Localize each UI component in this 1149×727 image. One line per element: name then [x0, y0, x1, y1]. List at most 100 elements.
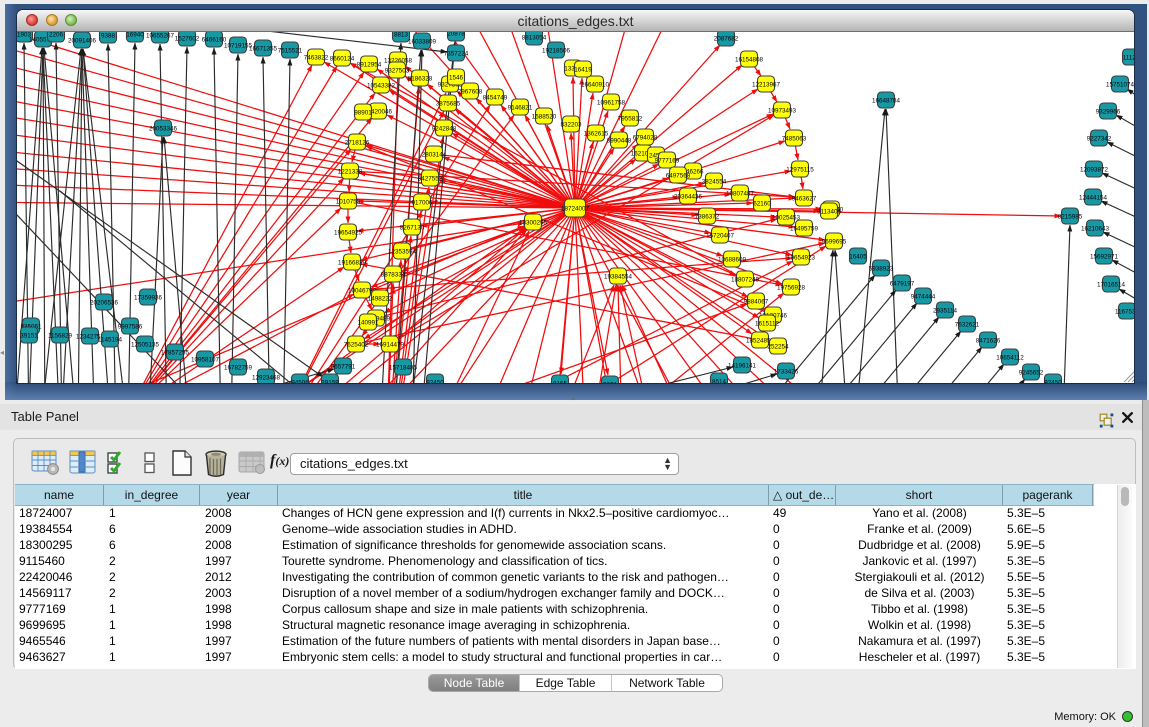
svg-text:18807249: 18807249 — [731, 276, 760, 283]
svg-text:12923468: 12923468 — [252, 374, 281, 381]
svg-text:19384554: 19384554 — [604, 273, 633, 280]
svg-text:10654112: 10654112 — [996, 354, 1024, 361]
svg-text:832203: 832203 — [560, 121, 582, 128]
svg-text:9146821: 9146821 — [508, 104, 533, 111]
svg-text:10688609: 10688609 — [718, 256, 747, 263]
svg-text:12093872: 12093872 — [1080, 166, 1109, 173]
svg-text:20878: 20878 — [447, 32, 465, 37]
svg-text:10961758: 10961758 — [597, 99, 626, 106]
svg-text:2206: 2206 — [49, 32, 64, 38]
svg-text:6479197: 6479197 — [890, 280, 915, 287]
svg-text:10655267: 10655267 — [146, 32, 175, 39]
svg-text:2301: 2301 — [603, 381, 618, 383]
svg-text:19654923: 19654923 — [787, 254, 816, 261]
svg-text:9227342: 9227342 — [1087, 135, 1112, 142]
svg-text:12213967: 12213967 — [752, 81, 781, 88]
svg-text:140991: 140991 — [357, 319, 379, 326]
svg-text:2967608: 2967608 — [458, 88, 483, 95]
svg-text:92450: 92450 — [426, 379, 444, 383]
svg-text:9113406: 9113406 — [817, 208, 842, 215]
svg-text:1156829: 1156829 — [48, 332, 73, 339]
svg-text:12505135: 12505135 — [131, 341, 160, 348]
svg-text:3824554: 3824554 — [702, 178, 727, 185]
svg-text:19218506: 19218506 — [542, 47, 571, 54]
svg-text:16640910: 16640910 — [581, 81, 610, 88]
svg-text:16495759: 16495759 — [790, 225, 819, 232]
svg-text:98901: 98901 — [354, 109, 372, 116]
svg-text:16419: 16419 — [574, 66, 592, 73]
svg-text:5938923: 5938923 — [869, 265, 894, 272]
svg-text:8660124: 8660124 — [330, 55, 355, 62]
svg-text:2087682: 2087682 — [714, 35, 739, 42]
svg-text:1733426: 1733426 — [774, 368, 799, 375]
svg-text:8514: 8514 — [712, 378, 727, 383]
svg-text:15751074: 15751074 — [1106, 81, 1134, 88]
svg-text:15692971: 15692971 — [1090, 253, 1119, 260]
svg-text:8878334: 8878334 — [381, 271, 406, 278]
svg-text:19756928: 19756928 — [777, 284, 806, 291]
svg-text:10543382: 10543382 — [367, 82, 396, 89]
svg-text:917006: 917006 — [411, 199, 433, 206]
svg-text:17359936: 17359936 — [134, 294, 163, 301]
svg-text:19654925: 19654925 — [334, 229, 363, 236]
svg-text:8471626: 8471626 — [976, 337, 1001, 344]
svg-text:20206536: 20206536 — [90, 299, 119, 306]
svg-text:39151: 39151 — [20, 332, 38, 339]
svg-text:7386372: 7386372 — [695, 213, 720, 220]
svg-text:9777169: 9777169 — [655, 157, 680, 164]
svg-text:16210643: 16210643 — [1081, 225, 1110, 232]
svg-text:1221338: 1221338 — [338, 168, 363, 175]
svg-text:9474444: 9474444 — [911, 293, 936, 300]
svg-text:10807487: 10807487 — [726, 190, 755, 197]
svg-text:9657791: 9657791 — [331, 363, 356, 370]
svg-text:8186328: 8186328 — [408, 75, 433, 82]
svg-text:9327503: 9327503 — [385, 67, 410, 74]
svg-text:16782759: 16782759 — [224, 364, 253, 371]
svg-text:16914479: 16914479 — [376, 341, 405, 348]
svg-text:6497568: 6497568 — [666, 172, 691, 179]
svg-text:1010755: 1010755 — [336, 198, 361, 205]
svg-text:1498222: 1498222 — [368, 295, 393, 302]
svg-text:17016514: 17016514 — [1097, 281, 1126, 288]
svg-text:7955812: 7955812 — [618, 115, 643, 122]
svg-text:9463627: 9463627 — [792, 195, 817, 202]
svg-text:16671355: 16671355 — [249, 45, 278, 52]
svg-text:9997586: 9997586 — [118, 323, 143, 330]
svg-text:1145194: 1145194 — [98, 336, 123, 343]
svg-text:16648784: 16648784 — [872, 97, 901, 104]
svg-text:1546: 1546 — [449, 74, 464, 81]
svg-text:16405: 16405 — [849, 253, 867, 260]
svg-text:9245652: 9245652 — [1019, 369, 1044, 376]
svg-text:8454749: 8454749 — [483, 94, 508, 101]
svg-text:11120: 11120 — [1123, 54, 1134, 61]
svg-text:7357224: 7357224 — [444, 50, 469, 57]
svg-text:20091406: 20091406 — [68, 37, 97, 44]
svg-text:8215985: 8215985 — [1058, 213, 1083, 220]
svg-text:10973493: 10973493 — [768, 107, 797, 114]
svg-text:10958107: 10958107 — [191, 356, 220, 363]
svg-text:19166829: 19166829 — [338, 259, 367, 266]
svg-text:7625402: 7625402 — [344, 341, 369, 348]
svg-text:15720407: 15720407 — [706, 232, 735, 239]
svg-text:8912954: 8912954 — [357, 61, 382, 68]
svg-text:16033809: 16033809 — [408, 38, 437, 45]
svg-text:7463822: 7463822 — [304, 54, 329, 61]
svg-text:16940: 16940 — [126, 32, 144, 38]
svg-text:1588520: 1588520 — [532, 113, 557, 120]
svg-text:9329966: 9329966 — [1096, 108, 1121, 115]
svg-text:20364436: 20364436 — [674, 193, 703, 200]
svg-text:94506: 94506 — [291, 379, 309, 383]
svg-text:2803144: 2803144 — [422, 151, 447, 158]
svg-text:16154808: 16154808 — [735, 56, 764, 63]
svg-text:12353594: 12353594 — [388, 248, 417, 255]
svg-text:12444154: 12444154 — [1079, 194, 1108, 201]
svg-text:14196141: 14196141 — [728, 362, 757, 369]
svg-text:9242848: 9242848 — [432, 125, 457, 132]
svg-text:39159: 39159 — [321, 379, 339, 383]
svg-text:3875685: 3875685 — [436, 100, 461, 107]
svg-text:7515521: 7515521 — [278, 47, 303, 54]
svg-text:1167533: 1167533 — [1115, 308, 1134, 315]
svg-text:2718126: 2718126 — [345, 139, 370, 146]
svg-text:1362615: 1362615 — [584, 130, 609, 137]
svg-text:8813: 8813 — [394, 32, 409, 38]
